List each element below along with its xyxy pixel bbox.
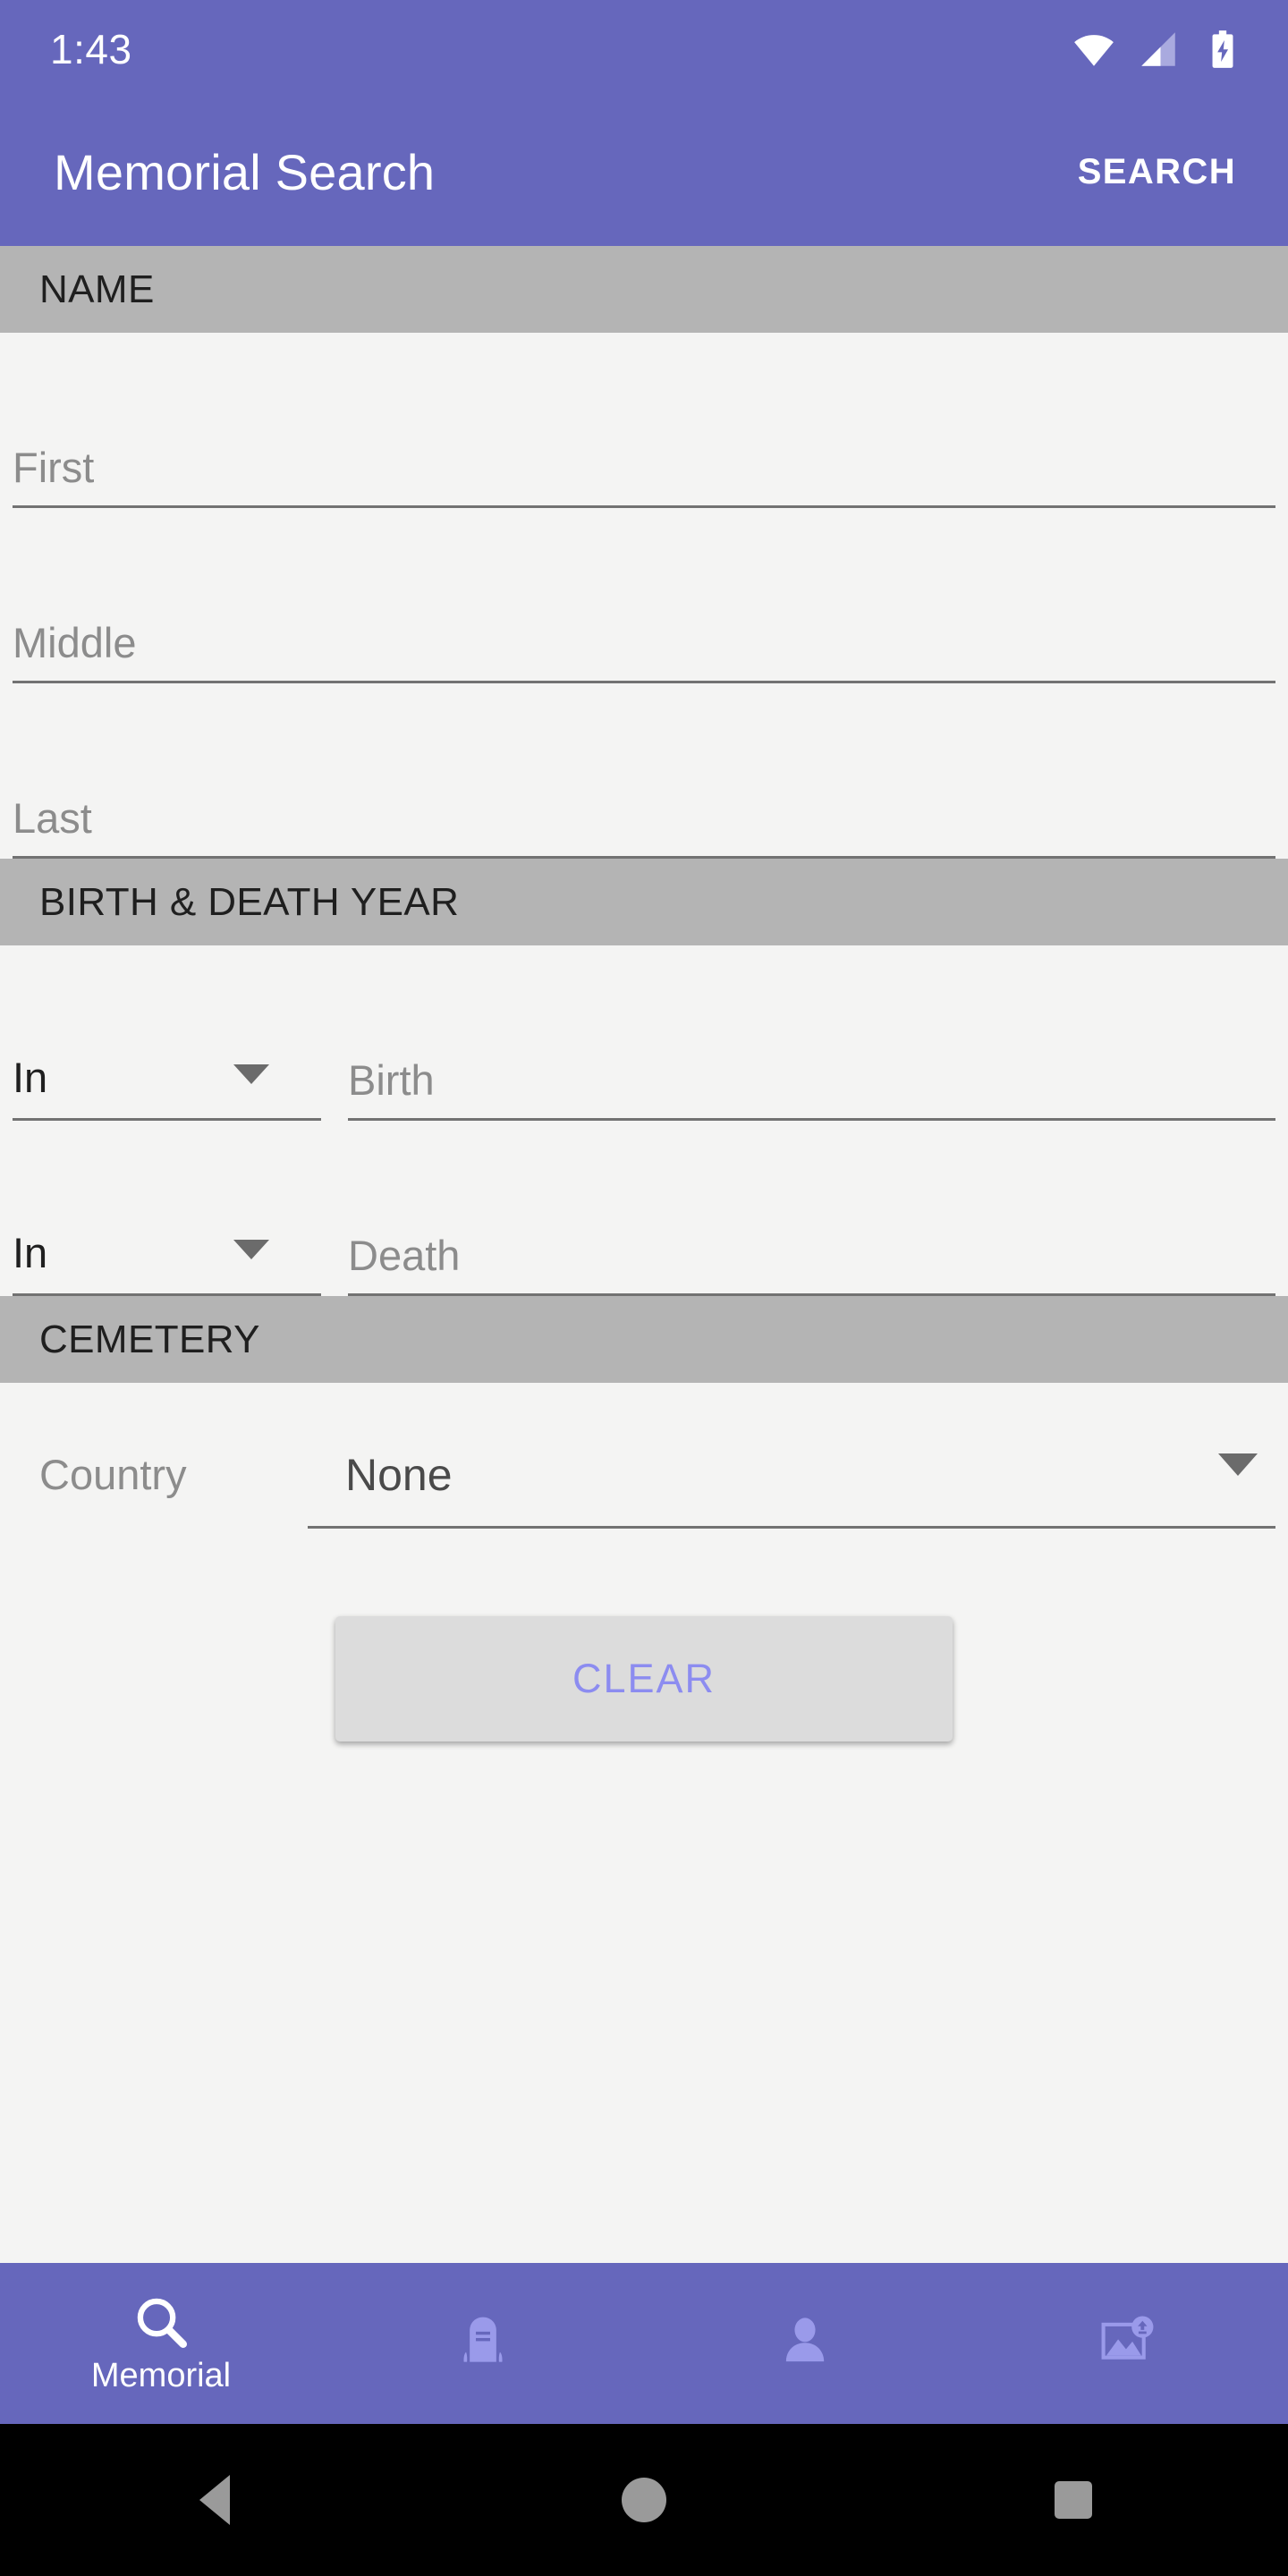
death-qualifier-spinner[interactable]: In (13, 1228, 321, 1296)
country-row: Country None (0, 1383, 1288, 1566)
section-header-years-label: BIRTH & DEATH YEAR (39, 879, 460, 924)
birth-qualifier-spinner[interactable]: In (13, 1053, 321, 1121)
section-header-years: BIRTH & DEATH YEAR (0, 859, 1288, 945)
chevron-down-icon (233, 1064, 269, 1084)
nav-item-person[interactable] (644, 2263, 966, 2424)
birth-year-placeholder: Birth (348, 1055, 435, 1104)
page-title: Memorial Search (54, 144, 436, 200)
app-bar: Memorial Search SEARCH (0, 98, 1288, 246)
recents-icon (1055, 2481, 1092, 2519)
last-name-field[interactable]: Last (13, 683, 1275, 859)
wifi-icon (1074, 35, 1114, 66)
nav-item-photo-upload[interactable] (966, 2263, 1288, 2424)
birth-year-row: In Birth (0, 945, 1288, 1121)
country-value: None (345, 1449, 453, 1500)
section-header-name-label: NAME (39, 267, 155, 311)
section-header-cemetery: CEMETERY (0, 1296, 1288, 1383)
cemetery-section-content: Country None CLEAR (0, 1383, 1288, 1741)
person-icon (785, 2318, 825, 2362)
last-name-row: Last (0, 683, 1288, 859)
system-navigation-bar (0, 2424, 1288, 2576)
system-recents-button[interactable] (975, 2424, 1172, 2576)
nav-item-cemetery[interactable] (322, 2263, 644, 2424)
name-section-content: First Middle Last (0, 333, 1288, 859)
system-home-button[interactable] (546, 2424, 742, 2576)
first-name-field[interactable]: First (13, 333, 1275, 508)
section-header-name: NAME (0, 246, 1288, 333)
search-button[interactable]: SEARCH (1063, 140, 1250, 205)
search-icon (137, 2298, 188, 2348)
nav-item-memorial[interactable]: Memorial (0, 2263, 322, 2424)
chevron-down-icon (1218, 1453, 1258, 1476)
battery-charging-icon (1212, 30, 1233, 68)
first-name-placeholder: First (13, 443, 95, 491)
status-time: 1:43 (50, 26, 132, 72)
status-icons (1072, 27, 1245, 72)
clear-button[interactable]: CLEAR (335, 1616, 953, 1741)
clear-button-wrap: CLEAR (0, 1566, 1288, 1741)
home-icon (622, 2478, 666, 2522)
death-year-row: In Death (0, 1121, 1288, 1296)
birth-year-field[interactable]: Birth (348, 1055, 1275, 1121)
years-section-content: In Birth In Death (0, 945, 1288, 1296)
status-bar: 1:43 (0, 0, 1288, 98)
country-spinner[interactable]: None (308, 1421, 1275, 1529)
middle-name-placeholder: Middle (13, 618, 137, 666)
nav-item-memorial-label: Memorial (90, 2356, 232, 2394)
death-year-field[interactable]: Death (348, 1233, 1275, 1296)
birth-qualifier-value: In (13, 1054, 48, 1101)
first-name-row: First (0, 333, 1288, 508)
chevron-down-icon (233, 1240, 269, 1259)
death-qualifier-value: In (13, 1229, 48, 1276)
system-back-button[interactable] (116, 2424, 313, 2576)
back-icon (199, 2475, 230, 2525)
country-label: Country (39, 1451, 187, 1498)
cellular-signal-icon (1141, 32, 1175, 66)
death-year-placeholder: Death (348, 1231, 461, 1279)
photo-upload-icon (1101, 2316, 1154, 2360)
middle-name-field[interactable]: Middle (13, 508, 1275, 683)
section-header-cemetery-label: CEMETERY (39, 1317, 260, 1361)
middle-name-row: Middle (0, 508, 1288, 683)
gravestone-icon (463, 2317, 503, 2362)
phone-screen: 1:43 Memorial Search SEARCH NAME First M… (0, 0, 1288, 2576)
bottom-navigation: Memorial (0, 2263, 1288, 2424)
last-name-placeholder: Last (13, 793, 92, 842)
